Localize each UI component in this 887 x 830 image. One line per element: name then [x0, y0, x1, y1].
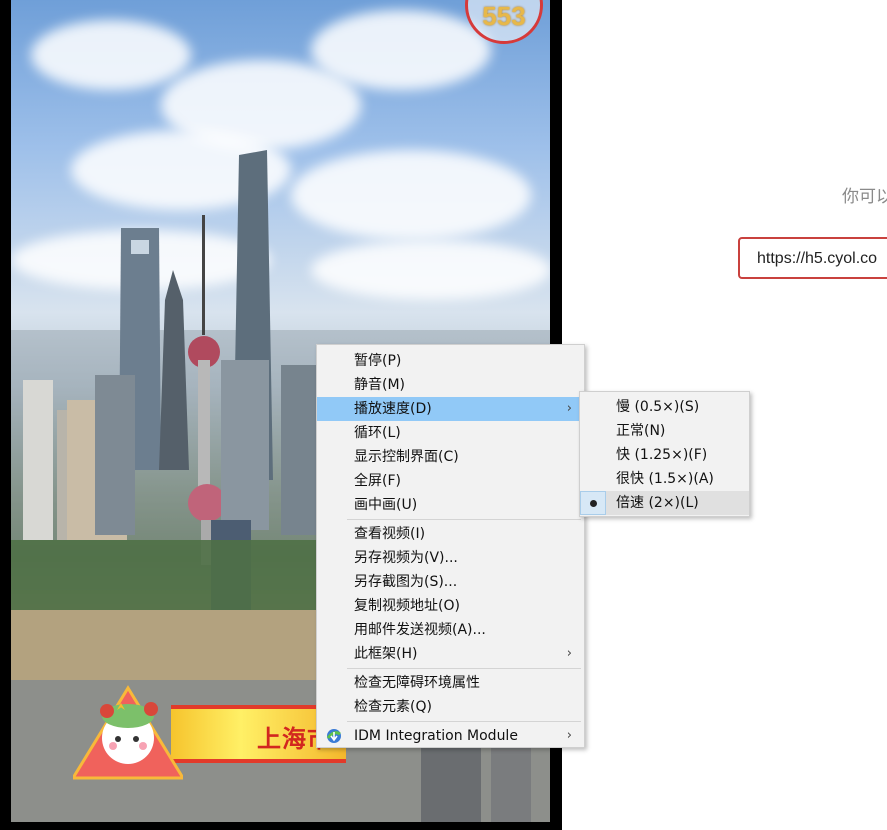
hint-text: 你可以	[842, 187, 887, 207]
submenu-arrow-icon: ›	[566, 401, 572, 416]
menu-item-label: 慢 (0.5×)(S)	[616, 399, 700, 415]
menu-item-label: 复制视频地址(O)	[354, 598, 460, 614]
menu-separator	[347, 519, 581, 520]
menu-item-picture-in-picture[interactable]: 画中画(U)	[317, 493, 584, 517]
menu-item-pause[interactable]: 暂停(P)	[317, 349, 584, 373]
menu-item-view-video[interactable]: 查看视频(I)	[317, 522, 584, 546]
menu-item-label: 循环(L)	[354, 425, 401, 441]
menu-item-copy-video-address[interactable]: 复制视频地址(O)	[317, 594, 584, 618]
radio-bullet-icon	[590, 500, 597, 507]
menu-item-label: 用邮件发送视频(A)...	[354, 622, 486, 638]
menu-item-label: 另存视频为(V)...	[354, 550, 458, 566]
menu-item-label: 另存截图为(S)...	[354, 574, 458, 590]
menu-item-this-frame[interactable]: 此框架(H) ›	[317, 642, 584, 666]
menu-item-label: 很快 (1.5×)(A)	[616, 471, 714, 487]
menu-item-loop[interactable]: 循环(L)	[317, 421, 584, 445]
menu-item-fullscreen[interactable]: 全屏(F)	[317, 469, 584, 493]
menu-item-label: 快 (1.25×)(F)	[616, 447, 708, 463]
menu-item-idm-integration[interactable]: IDM Integration Module ›	[317, 724, 584, 748]
menu-item-label: 倍速 (2×)(L)	[616, 495, 699, 511]
menu-separator	[347, 721, 581, 722]
menu-item-playback-speed[interactable]: 播放速度(D) ›	[317, 397, 584, 421]
menu-item-show-controls[interactable]: 显示控制界面(C)	[317, 445, 584, 469]
video-context-menu: 暂停(P) 静音(M) 播放速度(D) › 循环(L) 显示控制界面(C) 全屏(…	[316, 344, 585, 748]
menu-item-label: 检查无障碍环境属性	[354, 675, 480, 691]
menu-item-label: 查看视频(I)	[354, 526, 426, 542]
menu-item-mute[interactable]: 静音(M)	[317, 373, 584, 397]
menu-item-label: 全屏(F)	[354, 473, 401, 489]
menu-item-label: 播放速度(D)	[354, 401, 432, 417]
menu-item-label: 画中画(U)	[354, 497, 418, 513]
menu-separator	[347, 668, 581, 669]
speed-option-very-fast[interactable]: 很快 (1.5×)(A)	[580, 467, 749, 491]
menu-item-label: 检查元素(Q)	[354, 699, 432, 715]
menu-item-label: 暂停(P)	[354, 353, 402, 369]
url-input[interactable]: https://h5.cyol.co	[738, 237, 887, 279]
menu-item-label: 显示控制界面(C)	[354, 449, 459, 465]
menu-item-label: 此框架(H)	[354, 646, 418, 662]
submenu-arrow-icon: ›	[566, 728, 572, 743]
playback-speed-submenu: 慢 (0.5×)(S) 正常(N) 快 (1.25×)(F) 很快 (1.5×)…	[579, 391, 750, 517]
menu-item-inspect-element[interactable]: 检查元素(Q)	[317, 695, 584, 719]
speed-option-slow[interactable]: 慢 (0.5×)(S)	[580, 395, 749, 419]
menu-item-save-screenshot-as[interactable]: 另存截图为(S)...	[317, 570, 584, 594]
menu-item-label: IDM Integration Module	[354, 728, 518, 744]
menu-item-email-video[interactable]: 用邮件发送视频(A)...	[317, 618, 584, 642]
menu-item-label: 正常(N)	[616, 423, 666, 439]
counter-text: 553	[482, 1, 526, 31]
speed-option-fast[interactable]: 快 (1.25×)(F)	[580, 443, 749, 467]
submenu-arrow-icon: ›	[566, 646, 572, 661]
speed-option-normal[interactable]: 正常(N)	[580, 419, 749, 443]
menu-item-save-video-as[interactable]: 另存视频为(V)...	[317, 546, 584, 570]
menu-item-inspect-accessibility[interactable]: 检查无障碍环境属性	[317, 671, 584, 695]
menu-item-label: 静音(M)	[354, 377, 406, 393]
speed-option-double[interactable]: 倍速 (2×)(L)	[580, 491, 749, 515]
idm-icon	[326, 729, 341, 743]
url-input-value: https://h5.cyol.co	[757, 250, 878, 267]
mascot-icon	[73, 685, 183, 780]
